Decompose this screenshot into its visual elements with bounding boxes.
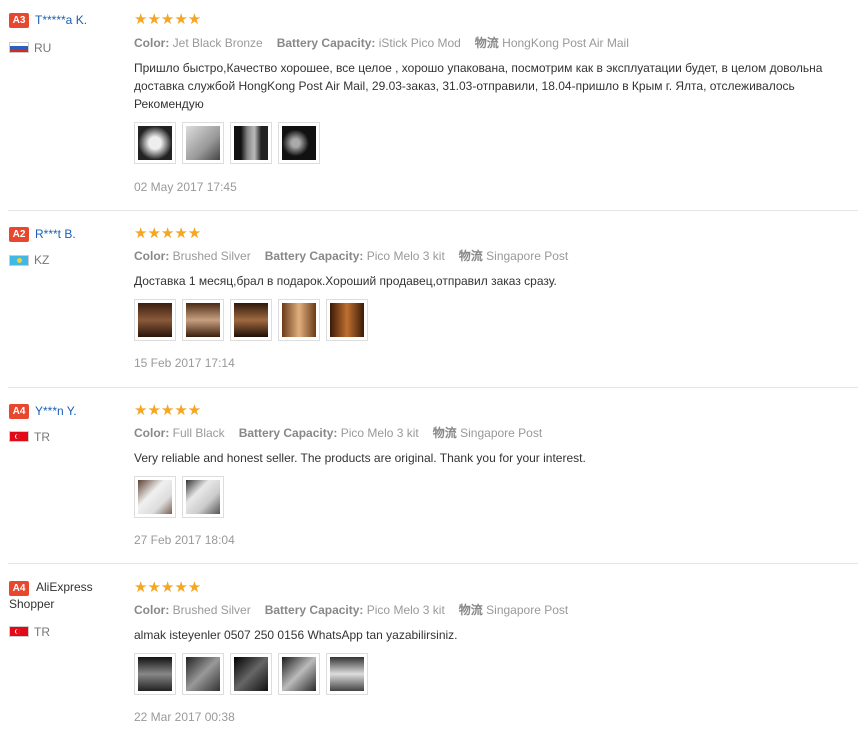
review-photo-thumbnail[interactable] xyxy=(230,122,272,164)
shipping-value: HongKong Post Air Mail xyxy=(502,36,629,50)
buyer-level-badge: A3 xyxy=(9,13,29,28)
shipping-value: Singapore Post xyxy=(486,603,569,617)
reviewer-name[interactable]: Y***n Y. xyxy=(35,403,130,420)
review-text: almak isteyenler 0507 250 0156 WhatsApp … xyxy=(134,628,458,642)
review-photo-thumbnail[interactable] xyxy=(326,299,368,341)
battery-label: Battery Capacity: xyxy=(264,249,364,263)
order-info: Color: Brushed Silver Battery Capacity: P… xyxy=(134,248,568,264)
color-label: Color: xyxy=(134,249,170,263)
shipping-label: 物流 xyxy=(474,36,499,50)
review-photos xyxy=(134,299,368,341)
order-info: Color: Full Black Battery Capacity: Pico … xyxy=(134,425,542,441)
reviewer-country: RU xyxy=(34,41,52,55)
star-rating: ★★★★★ xyxy=(134,11,202,28)
review-photos xyxy=(134,653,368,695)
review-photo-thumbnail[interactable] xyxy=(230,299,272,341)
reviewer-country: TR xyxy=(34,625,50,639)
review-photo-thumbnail[interactable] xyxy=(230,653,272,695)
reviewer-name[interactable]: T*****a K. xyxy=(35,12,130,29)
color-value: Full Black xyxy=(172,426,225,440)
reviewer-name[interactable]: R***t B. xyxy=(35,226,130,243)
battery-value: Pico Melo 3 kit xyxy=(340,426,419,440)
shipping-value: Singapore Post xyxy=(460,426,543,440)
ru-flag-icon xyxy=(9,42,29,53)
shipping-label: 物流 xyxy=(432,426,457,440)
review-photo-thumbnail[interactable] xyxy=(134,476,176,518)
color-value: Brushed Silver xyxy=(172,603,251,617)
review-photo-thumbnail[interactable] xyxy=(134,122,176,164)
review-text: Пришло быстро,Качество хорошее, все цело… xyxy=(134,61,823,111)
color-label: Color: xyxy=(134,426,170,440)
review-text: Доставка 1 месяц,брал в подарок.Хороший … xyxy=(134,274,557,288)
battery-value: iStick Pico Mod xyxy=(378,36,461,50)
reviewer-country: TR xyxy=(34,430,50,444)
review-photo-thumbnail[interactable] xyxy=(182,653,224,695)
review-photo-thumbnail[interactable] xyxy=(182,299,224,341)
review-photo-thumbnail[interactable] xyxy=(278,122,320,164)
review-date: 15 Feb 2017 17:14 xyxy=(134,356,235,370)
color-label: Color: xyxy=(134,36,170,50)
review-date: 22 Mar 2017 00:38 xyxy=(134,710,235,724)
color-value: Jet Black Bronze xyxy=(172,36,263,50)
review-divider xyxy=(8,387,858,388)
battery-label: Battery Capacity: xyxy=(238,426,338,440)
review-photos xyxy=(134,122,320,164)
battery-value: Pico Melo 3 kit xyxy=(366,249,445,263)
review-photo-thumbnail[interactable] xyxy=(182,476,224,518)
review-text: Very reliable and honest seller. The pro… xyxy=(134,451,586,465)
order-info: Color: Brushed Silver Battery Capacity: P… xyxy=(134,602,568,618)
star-rating: ★★★★★ xyxy=(134,579,202,596)
tr-flag-icon xyxy=(9,626,29,637)
review-photos xyxy=(134,476,224,518)
review-divider xyxy=(8,563,858,564)
tr-flag-icon xyxy=(9,431,29,442)
star-rating: ★★★★★ xyxy=(134,225,202,242)
reviewer-country: KZ xyxy=(34,253,50,267)
buyer-level-badge: A2 xyxy=(9,227,29,242)
reviewer-name: AliExpress Shopper xyxy=(9,580,93,611)
review-photo-thumbnail[interactable] xyxy=(134,653,176,695)
color-value: Brushed Silver xyxy=(172,249,251,263)
review-photo-thumbnail[interactable] xyxy=(326,653,368,695)
battery-value: Pico Melo 3 kit xyxy=(366,603,445,617)
review-date: 27 Feb 2017 18:04 xyxy=(134,533,235,547)
review-photo-thumbnail[interactable] xyxy=(278,299,320,341)
buyer-level-badge: A4 xyxy=(9,404,29,419)
review-divider xyxy=(8,210,858,211)
battery-label: Battery Capacity: xyxy=(264,603,364,617)
color-label: Color: xyxy=(134,603,170,617)
kz-flag-icon xyxy=(9,255,29,266)
review-photo-thumbnail[interactable] xyxy=(182,122,224,164)
battery-label: Battery Capacity: xyxy=(276,36,376,50)
shipping-value: Singapore Post xyxy=(486,249,569,263)
review-date: 02 May 2017 17:45 xyxy=(134,180,237,194)
shipping-label: 物流 xyxy=(458,249,483,263)
shipping-label: 物流 xyxy=(458,603,483,617)
review-photo-thumbnail[interactable] xyxy=(278,653,320,695)
star-rating: ★★★★★ xyxy=(134,402,202,419)
order-info: Color: Jet Black Bronze Battery Capacity:… xyxy=(134,35,629,51)
review-photo-thumbnail[interactable] xyxy=(134,299,176,341)
